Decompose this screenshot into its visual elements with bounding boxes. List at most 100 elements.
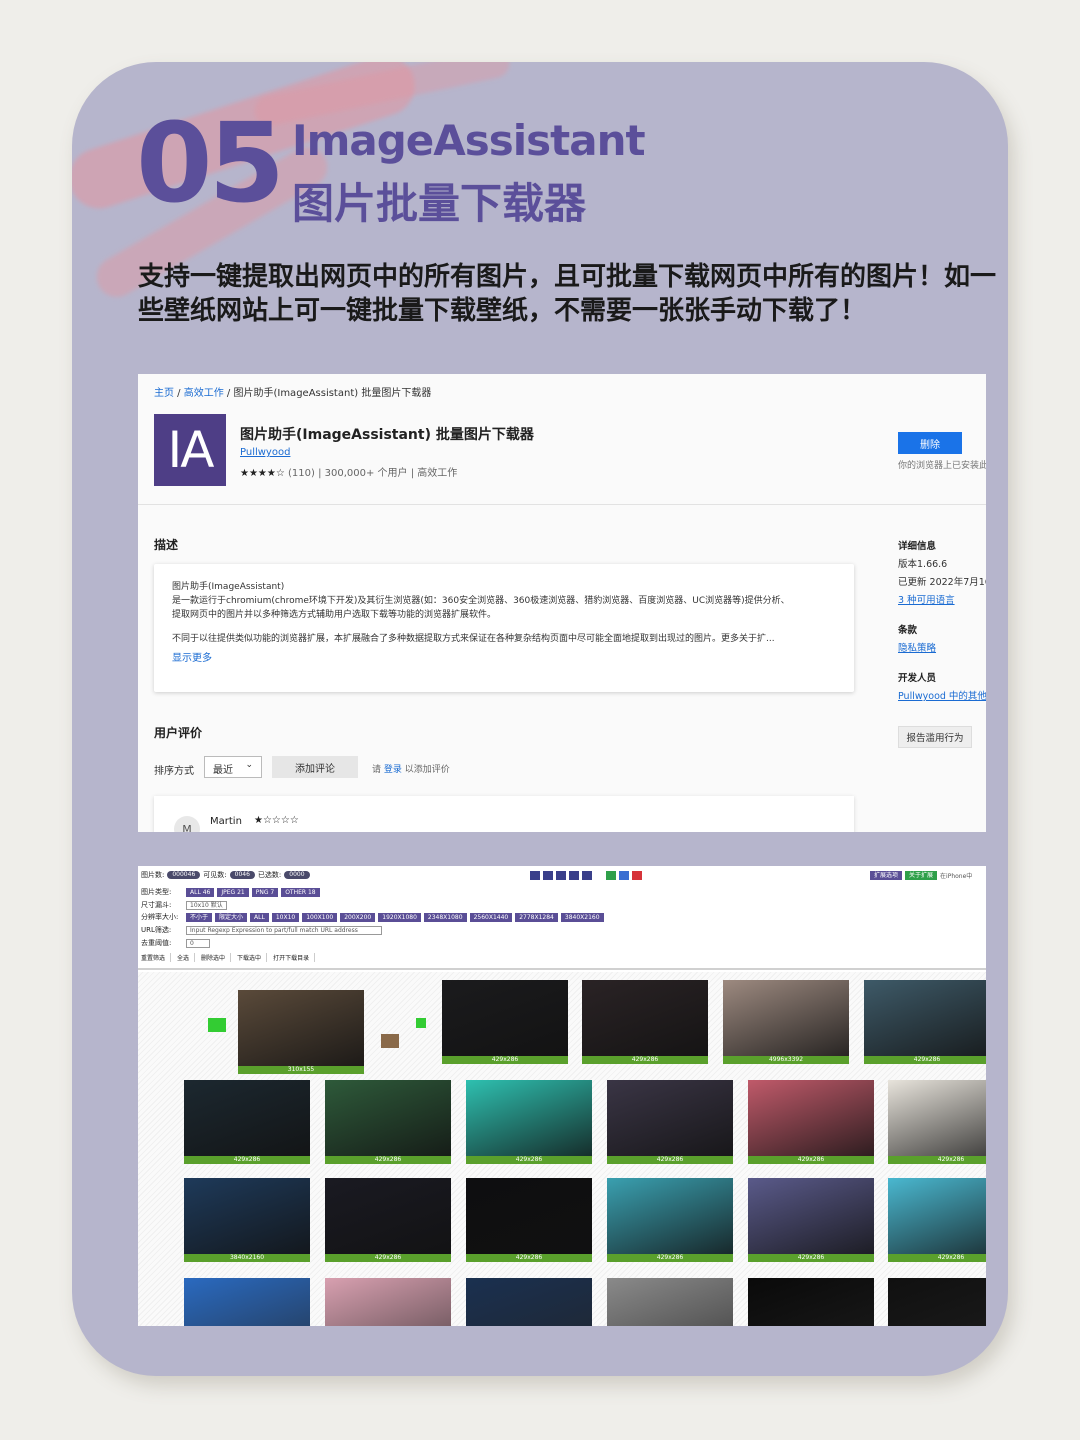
res-option[interactable]: 1920X1080 [378,912,421,922]
image-tile[interactable]: 429x286 [748,1178,874,1262]
image-tile[interactable]: 429x286 [888,1178,986,1262]
dedupe-select[interactable]: 0 [186,938,210,948]
image-tile[interactable]: 429x286 [607,1178,733,1262]
image-size-label: 429x286 [748,1156,874,1164]
image-tile[interactable]: 3840x2160 [184,1178,310,1262]
login-prefix: 请 [372,765,382,775]
url-filter-input[interactable]: Input Regexp Expression to part/full mat… [186,925,382,935]
divider [138,504,986,505]
sort-icon[interactable] [556,870,566,880]
copy-icon[interactable] [619,870,629,880]
type-tag-other[interactable]: OTHER 18 [281,887,320,897]
show-more-link[interactable]: 显示更多 [172,652,836,666]
filter-icon[interactable] [530,870,540,880]
image-size-label: 429x286 [325,1156,451,1164]
image-tile[interactable] [748,1278,874,1326]
image-tile[interactable]: 4996x3392 [723,980,849,1064]
res-option[interactable]: 2348X1080 [423,912,467,922]
review-card: M Martin ★☆☆☆☆ [154,796,854,832]
image-thumbnail [748,1080,874,1156]
res-option[interactable]: 10X10 [271,912,300,922]
mini-thumb[interactable] [381,1034,399,1048]
image-tile[interactable] [466,1278,592,1326]
image-size-label: 429x286 [607,1156,733,1164]
version-text: 版本1.66.6 [898,559,948,570]
open-download-folder-button[interactable]: 打开下载目录 [273,952,316,962]
image-tile[interactable]: 429x286 [888,1080,986,1164]
mini-thumb[interactable] [416,1018,426,1028]
close-icon[interactable] [632,870,642,880]
counts-row: 图片数: 000046 可见数: 0046 已选数: 0000 [141,870,310,880]
image-tile[interactable] [888,1278,986,1326]
refresh-icon[interactable] [606,870,616,880]
size-select[interactable]: 10x10 默认 [186,900,227,910]
description-heading: 描述 [154,538,179,552]
res-option[interactable]: 限定大小 [215,912,248,922]
login-link[interactable]: 登录 [384,765,402,775]
image-tile[interactable]: 429x286 [184,1080,310,1164]
extension-author-link[interactable]: Pullwyood [240,447,290,458]
res-option[interactable]: 2560X1440 [469,912,513,922]
privacy-link[interactable]: 隐私策略 [898,640,986,658]
select-all-button[interactable]: 全选 [177,952,196,962]
image-tile[interactable] [607,1278,733,1326]
image-tile[interactable]: 429x286 [325,1178,451,1262]
slide-number: 05 [136,99,285,227]
desc-line: 不同于以往提供类似功能的浏览器扩展，本扩展融合了多种数据提取方式来保证在各种复杂… [172,634,775,644]
image-thumbnail [184,1178,310,1254]
right-buttons: 扩展选项 关于扩展 在iPhone中 [870,870,972,880]
meta-text: (110) | 300,000+ 个用户 | 高效工作 [288,468,458,479]
image-tile[interactable]: 429x286 [864,980,986,1064]
type-tag-png[interactable]: PNG 7 [251,887,279,897]
remove-button[interactable]: 删除 [898,432,962,454]
extension-name: 图片助手(ImageAssistant) 批量图片下载器 [240,427,534,443]
type-tag-all[interactable]: ALL 46 [186,887,215,897]
res-option[interactable]: 不小于 [186,912,213,922]
add-review-button[interactable]: 添加评论 [272,756,358,778]
image-tile[interactable]: 429x286 [582,980,708,1064]
iphone-link[interactable]: 在iPhone中 [940,871,972,880]
desc-line: 是一款运行于chromium(chrome环境下开发)及其衍生浏览器(如：360… [172,596,790,606]
image-tile[interactable]: 429x286 [466,1178,592,1262]
res-option[interactable]: 100X100 [302,912,338,922]
image-tile[interactable]: 429x286 [748,1080,874,1164]
reset-filter-button[interactable]: 重置筛选 [141,952,172,962]
mini-thumb[interactable] [208,1018,226,1032]
breadcrumb-home[interactable]: 主页 [154,388,174,399]
image-thumbnail [325,1080,451,1156]
chevron-down-icon: ⌄ [245,760,253,770]
options-button[interactable]: 扩展选项 [870,870,903,880]
sort-select[interactable]: 最近 ⌄ [204,756,262,778]
list-icon[interactable] [543,870,553,880]
res-option[interactable]: 3840X2160 [560,912,604,922]
breadcrumb-category[interactable]: 高效工作 [184,388,224,399]
download-selected-button[interactable]: 下载选中 [237,952,268,962]
image-tile[interactable] [325,1278,451,1326]
delete-selected-button[interactable]: 删除选中 [201,952,232,962]
store-screenshot: 主页 / 高效工作 / 图片助手(ImageAssistant) 批量图片下载器… [138,374,986,832]
image-size-label: 429x286 [748,1254,874,1262]
image-thumbnail [607,1080,733,1156]
developer-other-link[interactable]: Pullwyood 中的其他 [898,688,986,706]
details-heading: 详细信息 [898,541,937,552]
developer-heading: 开发人员 [898,673,937,684]
res-option[interactable]: 2778X1284 [515,912,558,922]
grid-icon[interactable] [569,870,579,880]
image-thumbnail [748,1178,874,1254]
visible-label: 可见数: [203,871,227,879]
res-option[interactable]: ALL [250,912,269,922]
res-option[interactable]: 200X200 [340,912,376,922]
image-tile[interactable]: 429x286 [466,1080,592,1164]
view-icon[interactable] [582,870,592,880]
image-tile[interactable] [184,1278,310,1326]
languages-link[interactable]: 3 种可用语言 [898,592,986,610]
image-size-label: 429x286 [888,1156,986,1164]
type-tag-jpeg[interactable]: JPEG 21 [217,887,249,897]
image-tile[interactable]: 429x286 [442,980,568,1064]
about-button[interactable]: 关于扩展 [905,870,938,880]
image-tile[interactable]: 429x286 [607,1080,733,1164]
image-tile[interactable]: 310x155 [238,990,364,1074]
login-suffix: 以添加评价 [404,765,450,775]
image-tile[interactable]: 429x286 [325,1080,451,1164]
report-abuse-button[interactable]: 报告滥用行为 [898,726,972,748]
